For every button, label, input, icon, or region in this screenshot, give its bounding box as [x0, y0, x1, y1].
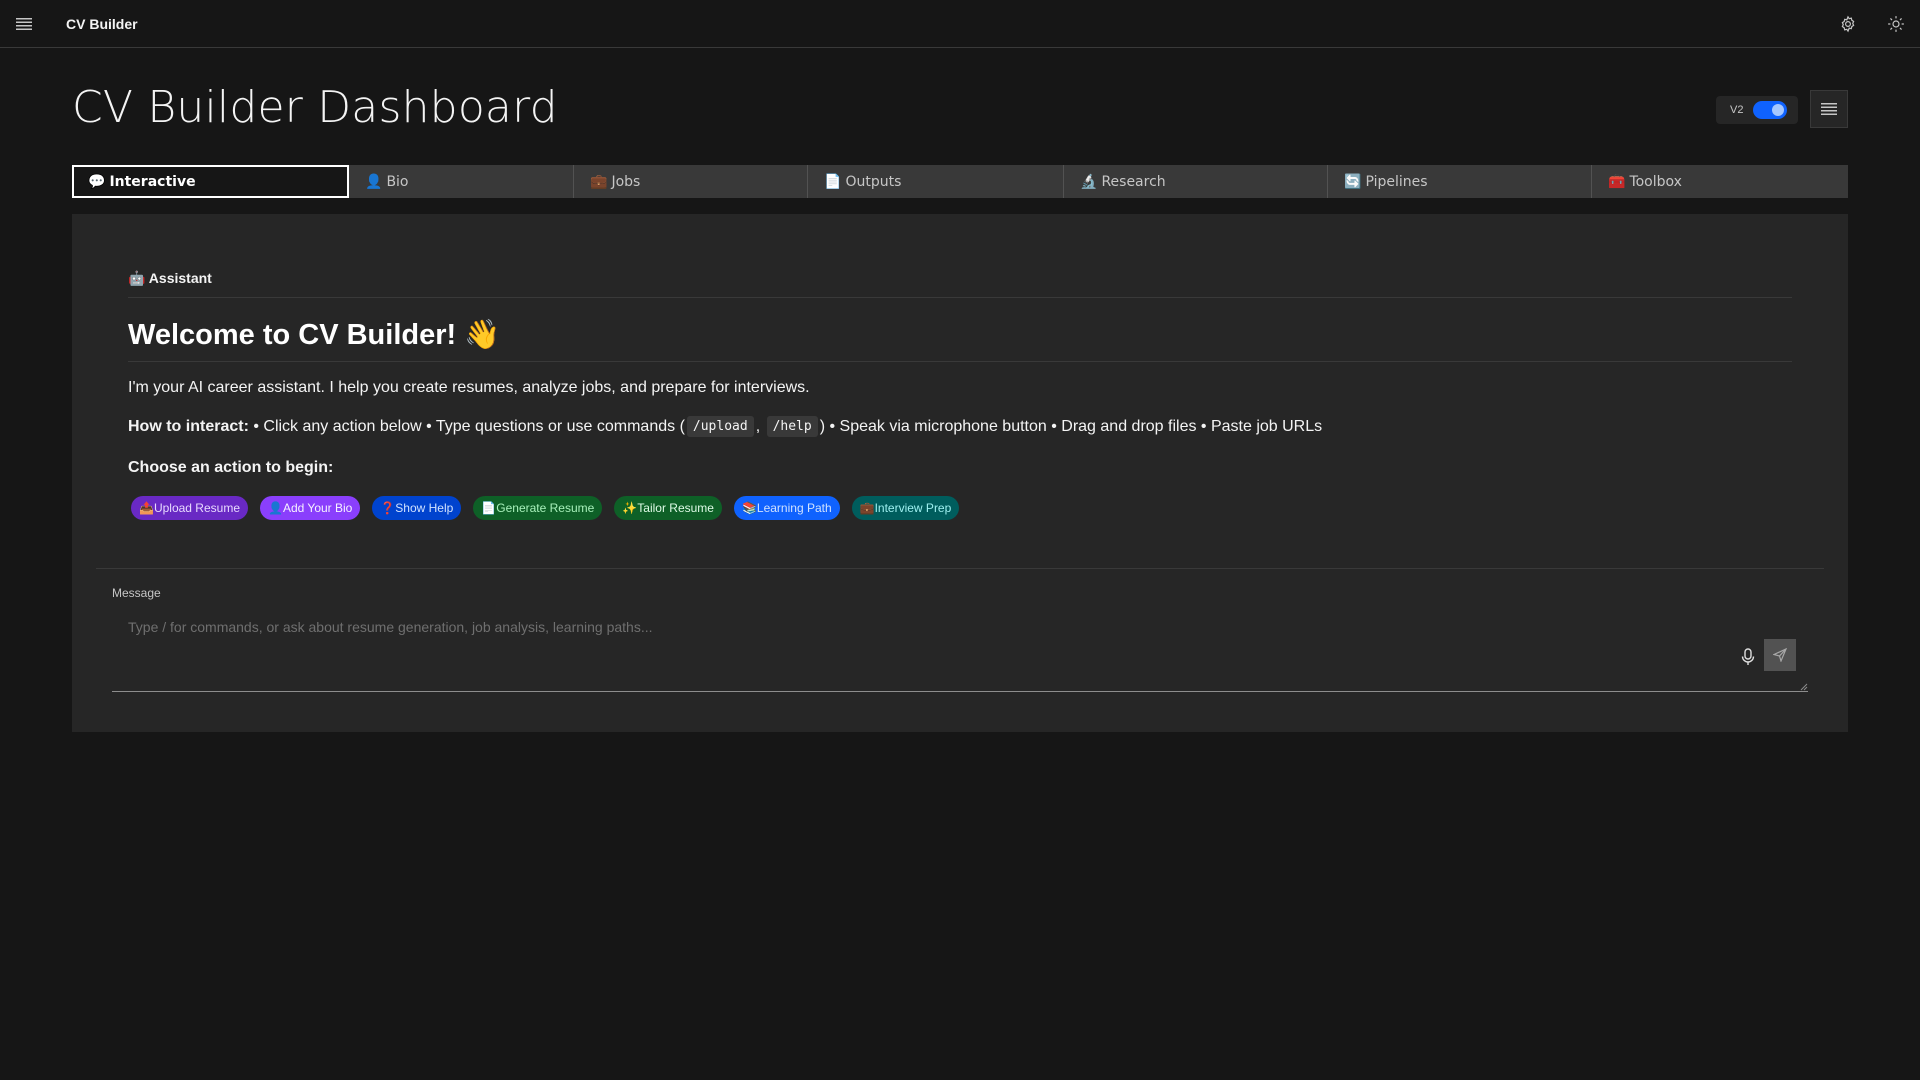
version-label: V2	[1730, 104, 1744, 116]
list-icon	[1821, 103, 1837, 115]
howto-label: How to interact:	[128, 417, 249, 435]
message-textarea[interactable]: Type / for commands, or ask about resume…	[112, 605, 1808, 692]
tailor-resume-button[interactable]: ✨Tailor Resume	[614, 496, 722, 520]
briefcase-icon: 💼	[590, 173, 608, 190]
hamburger-menu-button[interactable]	[0, 0, 48, 48]
settings-button[interactable]	[1824, 0, 1872, 48]
chat-bubble-icon: 💬	[88, 173, 106, 190]
version-switch[interactable]	[1753, 101, 1788, 119]
tab-label: Toolbox	[1629, 173, 1682, 190]
sun-icon	[1888, 16, 1904, 32]
microscope-icon: 🔬	[1080, 173, 1098, 190]
send-icon	[1773, 648, 1787, 662]
theme-toggle-button[interactable]	[1872, 0, 1920, 48]
microphone-button[interactable]	[1736, 645, 1760, 669]
tab-label: Research	[1101, 173, 1166, 190]
resize-handle-icon[interactable]	[1800, 683, 1808, 691]
generate-resume-button[interactable]: 📄Generate Resume	[473, 496, 603, 520]
tab-interactive[interactable]: 💬 Interactive	[72, 165, 349, 198]
choose-action-label: Choose an action to begin:	[128, 459, 334, 476]
tab-research[interactable]: 🔬 Research	[1064, 165, 1328, 198]
message-placeholder: Type / for commands, or ask about resume…	[128, 619, 653, 635]
gear-icon	[1841, 15, 1855, 33]
show-help-button[interactable]: ❓Show Help	[372, 496, 462, 520]
help-command-code: /help	[766, 416, 818, 437]
message-label: Message	[112, 586, 161, 600]
tab-bio[interactable]: 👤 Bio	[349, 165, 574, 198]
app-name[interactable]: CV Builder	[66, 16, 138, 32]
hamburger-icon	[16, 17, 32, 30]
send-button[interactable]	[1764, 639, 1796, 671]
tab-jobs[interactable]: 💼 Jobs	[574, 165, 808, 198]
list-view-button[interactable]	[1810, 90, 1848, 128]
intro-text: I'm your AI career assistant. I help you…	[128, 379, 810, 396]
welcome-heading: Welcome to CV Builder! 👋	[128, 318, 1792, 362]
howto-text-part1: • Click any action below • Type question…	[248, 417, 685, 435]
tab-label: Bio	[386, 173, 409, 190]
howto-text: How to interact: • Click any action belo…	[128, 416, 1322, 437]
toolbox-icon: 🧰	[1608, 173, 1626, 190]
howto-text-part2: ) • Speak via microphone button • Drag a…	[819, 417, 1323, 435]
tab-label: Interactive	[109, 173, 196, 190]
add-bio-button[interactable]: 👤Add Your Bio	[260, 496, 361, 520]
comma-separator: ,	[755, 417, 765, 435]
version-toggle[interactable]: V2	[1716, 96, 1798, 124]
top-header: CV Builder	[0, 0, 1920, 48]
refresh-icon: 🔄	[1344, 173, 1362, 190]
tab-label: Outputs	[845, 173, 902, 190]
assistant-heading: 🤖 Assistant	[128, 270, 1792, 298]
tab-toolbox[interactable]: 🧰 Toolbox	[1592, 165, 1848, 198]
tab-outputs[interactable]: 📄 Outputs	[808, 165, 1064, 198]
page-title: CV Builder Dashboard	[72, 82, 558, 133]
interactive-panel: 🤖 Assistant Welcome to CV Builder! 👋 I'm…	[72, 214, 1848, 732]
upload-command-code: /upload	[686, 416, 754, 437]
action-chips: 📤Upload Resume 👤Add Your Bio ❓Show Help …	[131, 496, 960, 520]
tab-bar: 💬 Interactive 👤 Bio 💼 Jobs 📄 Outputs 🔬 R…	[72, 165, 1848, 198]
document-icon: 📄	[824, 173, 842, 190]
upload-resume-button[interactable]: 📤Upload Resume	[131, 496, 248, 520]
person-icon: 👤	[365, 173, 383, 190]
divider	[96, 568, 1824, 569]
tab-label: Pipelines	[1365, 173, 1428, 190]
learning-path-button[interactable]: 📚Learning Path	[733, 496, 840, 520]
microphone-icon	[1741, 648, 1755, 665]
tab-label: Jobs	[611, 173, 641, 190]
tab-pipelines[interactable]: 🔄 Pipelines	[1328, 165, 1592, 198]
interview-prep-button[interactable]: 💼Interview Prep	[851, 496, 960, 520]
